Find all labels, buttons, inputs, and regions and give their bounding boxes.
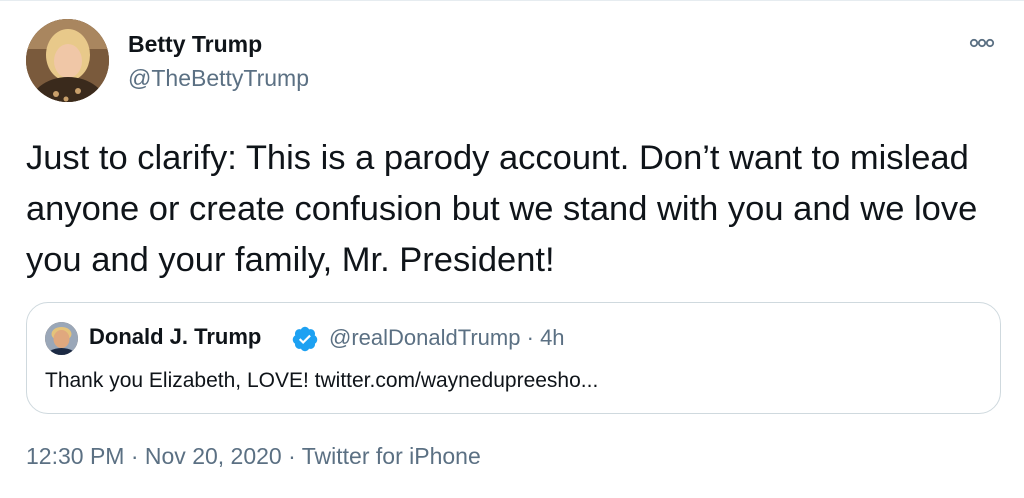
verified-badge-icon bbox=[292, 326, 318, 352]
author-avatar[interactable] bbox=[26, 19, 109, 102]
tweet-source[interactable]: Twitter for iPhone bbox=[302, 443, 481, 469]
more-options-icon[interactable] bbox=[966, 35, 998, 51]
author-handle[interactable]: @TheBettyTrump bbox=[128, 65, 309, 92]
quoted-tweet-card[interactable]: Donald J. Trump @realDonaldTrump · 4h Th… bbox=[26, 302, 1001, 414]
quoted-author-avatar bbox=[45, 322, 78, 355]
meta-separator: · bbox=[526, 325, 534, 350]
author-name[interactable]: Betty Trump bbox=[128, 31, 262, 58]
quoted-tweet-meta: @realDonaldTrump · 4h bbox=[329, 325, 565, 351]
tweet-timestamp-row: 12:30 PM · Nov 20, 2020 · Twitter for iP… bbox=[26, 443, 481, 470]
quoted-author-handle: @realDonaldTrump bbox=[329, 325, 521, 350]
tweet-date[interactable]: Nov 20, 2020 bbox=[145, 443, 282, 469]
footer-separator-1: · bbox=[130, 443, 139, 469]
tweet-time[interactable]: 12:30 PM bbox=[26, 443, 124, 469]
quoted-profile-photo-icon bbox=[45, 322, 78, 355]
tweet-text: Just to clarify: This is a parody accoun… bbox=[26, 139, 978, 279]
quoted-tweet-text: Thank you Elizabeth, LOVE! twitter.com/w… bbox=[45, 369, 599, 392]
quoted-tweet-age: 4h bbox=[540, 325, 565, 350]
profile-photo-icon bbox=[26, 19, 109, 102]
quoted-author-name: Donald J. Trump bbox=[89, 324, 262, 349]
footer-separator-2: · bbox=[288, 443, 296, 469]
tweet-card: Betty Trump @TheBettyTrump Just to clari… bbox=[0, 0, 1024, 498]
